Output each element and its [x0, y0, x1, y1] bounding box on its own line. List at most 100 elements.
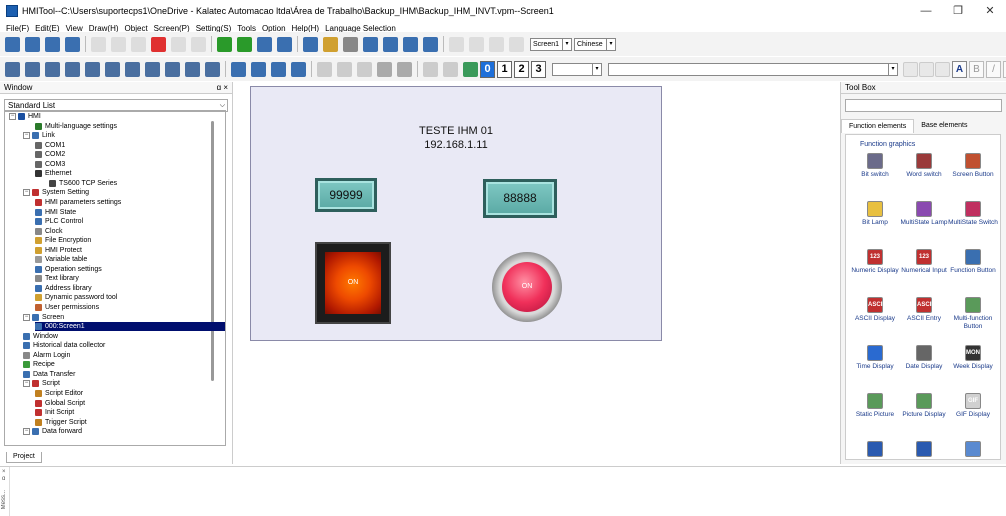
copy-icon[interactable] [91, 36, 106, 52]
message-side-tab[interactable]: × ɑ Mess... [0, 467, 10, 516]
cut-icon[interactable] [111, 36, 126, 52]
zoom-in-icon[interactable] [449, 36, 464, 52]
tool-screen-button[interactable]: Screen Button [948, 153, 998, 179]
tree-item-link[interactable]: − Link [23, 131, 55, 140]
tool-multi-function-button[interactable]: Multi-function Button [948, 297, 998, 330]
project-tab[interactable]: Project [6, 452, 42, 463]
tree-item-text-library[interactable]: Text library [35, 274, 79, 283]
tool-trend-chart[interactable]: Trend Chart [850, 441, 900, 459]
screen-title-text[interactable]: TESTE IHM 01 [251, 125, 661, 137]
tree-item-000-screen1[interactable]: 000:Screen1 [35, 322, 225, 332]
minimize-button[interactable]: — [916, 3, 936, 19]
lock-icon[interactable] [423, 61, 438, 77]
tree-item-dynamic-password-tool[interactable]: Dynamic password tool [35, 293, 117, 302]
expand-collapse-icon[interactable]: − [23, 132, 30, 140]
upload-icon[interactable] [237, 36, 252, 52]
download-icon[interactable] [217, 36, 232, 52]
tool-week-display[interactable]: MON Week Display [948, 345, 998, 371]
tree-item-file-encryption[interactable]: File Encryption [35, 236, 91, 245]
space-horizontal-icon[interactable] [125, 61, 140, 77]
same-height-icon[interactable] [185, 61, 200, 77]
tree-item-data-transfer[interactable]: Data Transfer [23, 370, 75, 379]
align-top-icon[interactable] [5, 61, 20, 77]
same-width-icon[interactable] [165, 61, 180, 77]
align-bottom-icon[interactable] [25, 61, 40, 77]
tool-ascii-entry[interactable]: ASCII ASCII Entry [899, 297, 949, 323]
offline-simulation-icon[interactable] [257, 36, 272, 52]
send-backward-icon[interactable] [291, 61, 306, 77]
pin-icon[interactable]: ɑ [2, 476, 9, 482]
text-align-left-icon[interactable] [903, 61, 918, 77]
save-icon[interactable] [65, 36, 80, 52]
tree-item-plc-control[interactable]: PLC Control [35, 217, 83, 226]
tree-item-user-permissions[interactable]: User permissions [35, 303, 99, 312]
tree-item-com2[interactable]: COM2 [35, 150, 65, 159]
grid-icon[interactable] [403, 36, 418, 52]
tree-item-com1[interactable]: COM1 [35, 141, 65, 150]
tree-item-recipe[interactable]: Recipe [23, 360, 55, 369]
tree-item-global-script[interactable]: Global Script [35, 399, 85, 408]
language-select[interactable]: Chinese ▾ [574, 37, 616, 51]
expand-collapse-icon[interactable]: − [23, 380, 30, 388]
tree-item-operation-settings[interactable]: Operation settings [35, 265, 102, 274]
tool-multistate-lamp[interactable]: MultiState Lamp [899, 201, 949, 227]
tree-item-ts600-tcp-series[interactable]: TS600 TCP Series [49, 179, 117, 188]
tool-bit-switch[interactable]: Bit switch [850, 153, 900, 179]
screen-1[interactable]: TESTE IHM 01 192.168.1.11 99999 88888 ON… [250, 86, 662, 341]
undo-icon[interactable] [171, 36, 186, 52]
tab-base-elements[interactable]: Base elements [914, 119, 974, 133]
layer-0-button[interactable]: 0 [480, 60, 495, 78]
space-vertical-icon[interactable] [145, 61, 160, 77]
italic-button[interactable]: / [986, 60, 1001, 78]
tool-bit-lamp[interactable]: Bit Lamp [850, 201, 900, 227]
font-select[interactable]: ▾ [552, 62, 602, 76]
redo-icon[interactable] [191, 36, 206, 52]
properties-icon[interactable] [509, 36, 524, 52]
tree-item-hmi-protect[interactable]: HMI Protect [35, 246, 82, 255]
align-right-icon[interactable] [65, 61, 80, 77]
bring-front-icon[interactable] [231, 61, 246, 77]
tree-item-init-script[interactable]: Init Script [35, 408, 74, 417]
find-icon[interactable] [343, 36, 358, 52]
tree-item-hmi-parameters-settings[interactable]: HMI parameters settings [35, 198, 121, 207]
tab-function-elements[interactable]: Function elements [841, 119, 915, 133]
group-icon[interactable] [377, 61, 392, 77]
online-simulation-icon[interactable] [277, 36, 292, 52]
screen-ip-text[interactable]: 192.168.1.11 [251, 139, 661, 151]
close-icon[interactable]: × [2, 469, 9, 475]
layer-2-button[interactable]: 2 [514, 60, 529, 78]
tree-item-system-setting[interactable]: − System Setting [23, 188, 89, 197]
pin-close-icons[interactable]: ɑ × [217, 83, 228, 92]
tree-item-address-library[interactable]: Address library [35, 284, 92, 293]
tool-static-picture[interactable]: Static Picture [850, 393, 900, 419]
tool-historic-trend[interactable]: Historic trend [948, 441, 998, 459]
tool-picture-display[interactable]: Picture Display [899, 393, 949, 419]
numeric-display-2[interactable]: 88888 [483, 179, 557, 218]
picture-icon[interactable] [363, 36, 378, 52]
align-center-vertical-icon[interactable] [85, 61, 100, 77]
same-size-icon[interactable] [205, 61, 220, 77]
numeric-display-1[interactable]: 99999 [315, 178, 377, 212]
unlock-icon[interactable] [443, 61, 458, 77]
tree-item-trigger-script[interactable]: Trigger Script [35, 418, 87, 427]
compile-icon[interactable] [303, 36, 318, 52]
maximize-button[interactable]: ❐ [948, 3, 968, 19]
tool-ascii-display[interactable]: ASCII ASCII Display [850, 297, 900, 323]
close-button[interactable]: ✕ [980, 3, 1000, 19]
tree-item-hmi[interactable]: − HMI [9, 112, 41, 121]
text-align-right-icon[interactable] [935, 61, 950, 77]
tree-scrollbar[interactable] [211, 121, 214, 381]
tool-numeric-display[interactable]: 123 Numeric Display [850, 249, 900, 275]
expand-collapse-icon[interactable]: − [9, 113, 16, 120]
delete-icon[interactable] [151, 36, 166, 52]
tool-time-display[interactable]: Time Display [850, 345, 900, 371]
bold-button[interactable]: B [969, 60, 984, 78]
tool-gif-display[interactable]: GIF GIF Display [948, 393, 998, 419]
layer-3-button[interactable]: 3 [531, 60, 546, 78]
tree-item-variable-table[interactable]: Variable table [35, 255, 87, 264]
square-bit-button[interactable]: ON [315, 242, 391, 324]
flip-horizontal-icon[interactable] [317, 61, 332, 77]
fit-screen-icon[interactable] [489, 36, 504, 52]
new-project-icon[interactable] [5, 36, 20, 52]
screen-select[interactable]: Screen1 ▾ [530, 37, 572, 51]
